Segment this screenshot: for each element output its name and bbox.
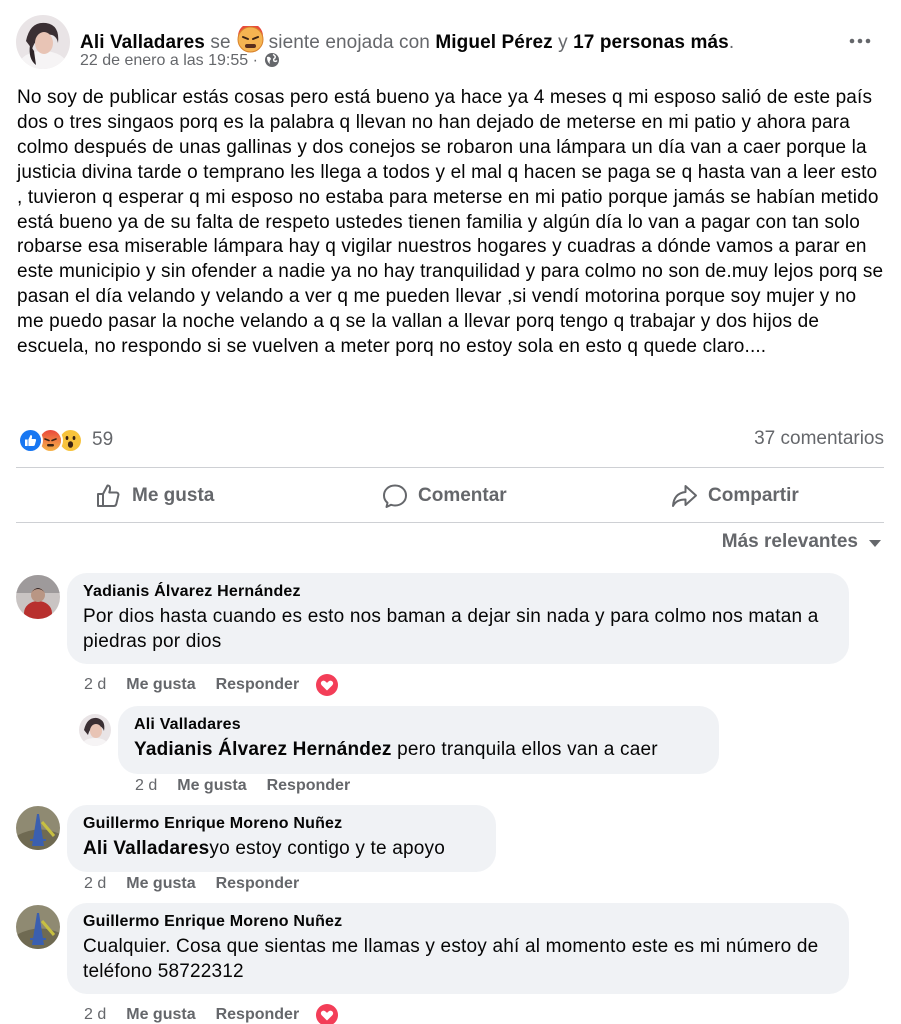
comment-bubble: Guillermo Enrique Moreno Nuñez Ali Valla…: [67, 805, 496, 872]
feeling-prefix: se: [210, 32, 231, 53]
others-link[interactable]: 17 personas más: [573, 32, 729, 53]
comment-like-link[interactable]: Me gusta: [177, 777, 246, 795]
author-name[interactable]: Ali Valladares: [80, 32, 205, 53]
comment-text: Yadianis Álvarez Hernández pero tranquil…: [134, 737, 703, 762]
divider: [16, 467, 884, 468]
post-date[interactable]: 22 de enero a las 19:55 ·: [80, 52, 258, 69]
comment-author[interactable]: Guillermo Enrique Moreno Nuñez: [83, 815, 480, 833]
comment-bubble: Ali Valladares Yadianis Álvarez Hernánde…: [118, 706, 719, 774]
comment-reply-link[interactable]: Responder: [267, 777, 351, 795]
comment-meta: 2 d Me gusta Responder: [84, 673, 339, 697]
comment-reply-link[interactable]: Responder: [216, 875, 300, 893]
comment-author[interactable]: Ali Valladares: [134, 716, 703, 734]
period: .: [728, 32, 735, 53]
comment-like-link[interactable]: Me gusta: [126, 676, 195, 694]
comment-meta: 2 d Me gusta Responder: [135, 777, 370, 795]
comment-like-link[interactable]: Me gusta: [126, 875, 195, 893]
author-avatar[interactable]: [16, 15, 70, 69]
comment-meta: 2 d Me gusta Responder: [84, 875, 319, 893]
comment-reply-link[interactable]: Responder: [216, 1006, 300, 1024]
reactions-summary[interactable]: 59: [18, 426, 113, 454]
comment-bubble: Guillermo Enrique Moreno Nuñez Cualquier…: [67, 903, 849, 994]
comment-text: Ali Valladaresyo estoy contigo y te apoy…: [83, 836, 480, 861]
share-label: Compartir: [708, 485, 799, 506]
post-date-row: 22 de enero a las 19:55 ·: [80, 52, 280, 73]
commenter-avatar[interactable]: [16, 905, 60, 949]
divider: [16, 522, 884, 523]
comment-button[interactable]: Comentar: [381, 480, 507, 512]
comment-count[interactable]: 37 comentarios: [754, 428, 884, 450]
and-word: y: [558, 32, 568, 53]
comment-text-body: pero tranquila ellos van a caer: [391, 739, 658, 760]
commenter-avatar[interactable]: [16, 575, 60, 619]
angry-emoji-icon: [236, 23, 265, 53]
comment-bubble: Yadianis Álvarez Hernández Por dios hast…: [67, 573, 849, 664]
comment-time[interactable]: 2 d: [84, 1006, 106, 1024]
comment-like-link[interactable]: Me gusta: [126, 1006, 195, 1024]
caret-down-icon: [869, 539, 881, 547]
share-arrow-icon: [672, 485, 697, 507]
sort-label: Más relevantes: [721, 531, 858, 552]
more-options-icon[interactable]: [848, 31, 872, 56]
mentioned-user[interactable]: Ali Valladares: [83, 838, 209, 859]
commenter-avatar[interactable]: [79, 714, 111, 746]
like-button[interactable]: Me gusta: [95, 480, 214, 512]
comment-text-body: yo estoy contigo y te apoyo: [209, 838, 446, 859]
share-button[interactable]: Compartir: [670, 480, 799, 512]
comment-text: Por dios hasta cuando es esto nos baman …: [83, 606, 819, 652]
post-header: Ali Valladares se siente enojada con Mig…: [80, 23, 735, 54]
reaction-count: 59: [92, 429, 114, 450]
globe-icon: [264, 52, 280, 73]
comment-author[interactable]: Yadianis Álvarez Hernández: [83, 583, 833, 601]
thumbs-up-icon: [97, 484, 120, 507]
like-label: Me gusta: [132, 485, 215, 506]
love-reaction-icon[interactable]: [315, 1003, 339, 1024]
comment-text: Cualquier. Cosa que sientas me llamas y …: [83, 936, 819, 982]
feeling-text: siente enojada con: [268, 32, 430, 53]
comment-label: Comentar: [418, 485, 507, 506]
post-body: No soy de publicar estás cosas pero está…: [17, 87, 884, 358]
comment-sort-dropdown[interactable]: Más relevantes: [722, 531, 881, 553]
comment-reply-link[interactable]: Responder: [216, 676, 300, 694]
comment-time[interactable]: 2 d: [84, 676, 106, 694]
love-reaction-icon[interactable]: [315, 673, 339, 697]
comment-meta: 2 d Me gusta Responder: [84, 1003, 339, 1024]
tagged-person[interactable]: Miguel Pérez: [435, 32, 552, 53]
commenter-avatar[interactable]: [16, 806, 60, 850]
comment-time[interactable]: 2 d: [135, 777, 157, 795]
mentioned-user[interactable]: Yadianis Álvarez Hernández: [134, 739, 392, 760]
comment-time[interactable]: 2 d: [84, 875, 106, 893]
like-reaction-icon: [18, 427, 43, 453]
comment-bubble-icon: [383, 484, 407, 508]
comment-author[interactable]: Guillermo Enrique Moreno Nuñez: [83, 913, 833, 931]
